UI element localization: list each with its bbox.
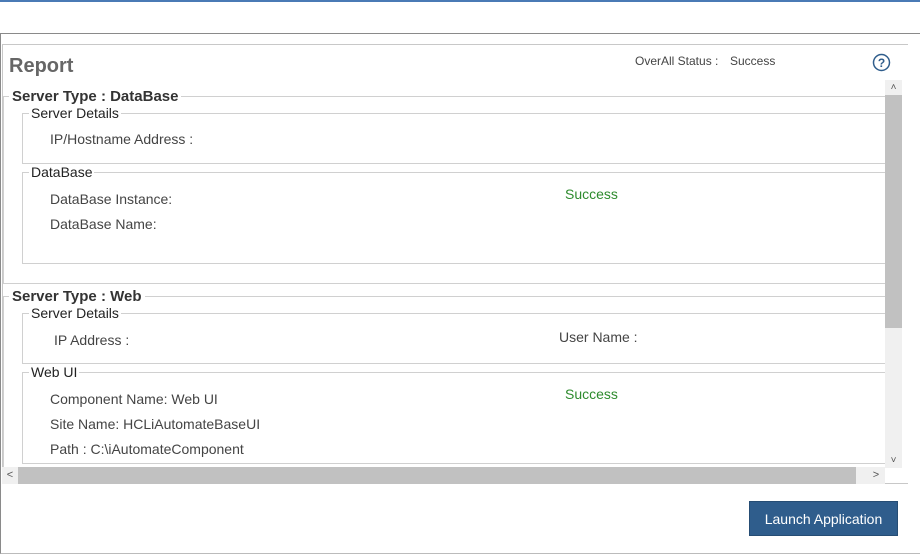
horizontal-scrollbar[interactable]: ˂ ˃ — [2, 467, 885, 484]
overall-status-label: OverAll Status : — [635, 54, 719, 68]
database-instance-label: DataBase Instance: — [50, 191, 173, 207]
ip-address-label: IP Address : — [54, 332, 130, 348]
web-server-details-box: Server Details IP Address : User Name : — [22, 305, 885, 364]
site-name: Site Name: HCLiAutomateBaseUI — [50, 416, 261, 432]
database-name-label: DataBase Name: — [50, 216, 157, 232]
chevron-left-icon[interactable]: ˂ — [2, 467, 18, 484]
database-server-details-box: Server Details IP/Hostname Address : — [22, 105, 885, 164]
web-server-details-title: Server Details — [29, 305, 121, 321]
launch-application-button[interactable]: Launch Application — [749, 501, 898, 536]
page-title: Report — [9, 55, 74, 77]
chevron-down-icon[interactable]: ˅ — [885, 453, 902, 468]
server-details-title: Server Details — [29, 105, 121, 121]
top-divider — [0, 0, 920, 2]
web-ui-title: Web UI — [29, 364, 80, 380]
chevron-up-icon[interactable]: ˄ — [885, 80, 902, 95]
database-status: Success — [565, 186, 618, 202]
database-box: DataBase DataBase Instance: DataBase Nam… — [22, 164, 885, 264]
web-server-type-title: Server Type : Web — [9, 288, 145, 305]
user-name-label: User Name : — [559, 329, 638, 345]
help-icon[interactable]: ? — [872, 53, 891, 72]
report-scroll-area[interactable]: Server Type : DataBase Server Details IP… — [2, 80, 885, 468]
ip-hostname-label: IP/Hostname Address : — [50, 131, 194, 147]
svg-text:?: ? — [878, 56, 885, 70]
horizontal-scroll-thumb[interactable] — [18, 467, 856, 484]
web-ui-status: Success — [565, 386, 618, 402]
overall-status-value: Success — [730, 54, 776, 68]
component-path: Path : C:\iAutomateComponent — [50, 441, 244, 457]
database-title: DataBase — [29, 164, 95, 180]
chevron-right-icon[interactable]: ˃ — [868, 467, 884, 484]
database-server-type-title: Server Type : DataBase — [9, 88, 182, 105]
vertical-scrollbar[interactable]: ˄ ˅ — [885, 80, 902, 468]
vertical-scroll-thumb[interactable] — [885, 95, 902, 328]
web-ui-box: Web UI Component Name: Web UI Site Name:… — [22, 364, 885, 464]
component-name: Component Name: Web UI — [50, 391, 218, 407]
